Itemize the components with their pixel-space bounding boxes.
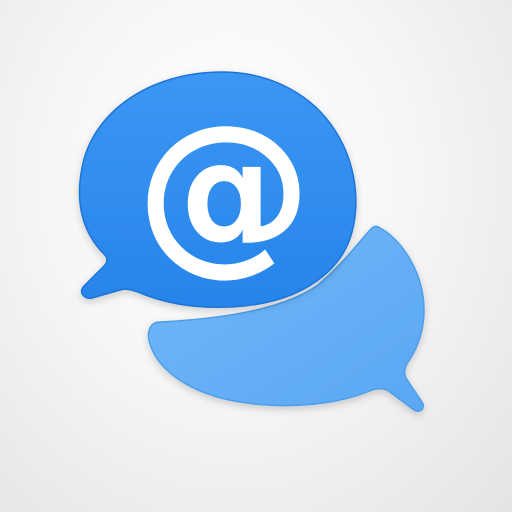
chat-email-icon: @ (78, 71, 425, 413)
at-symbol: @ (136, 87, 312, 292)
